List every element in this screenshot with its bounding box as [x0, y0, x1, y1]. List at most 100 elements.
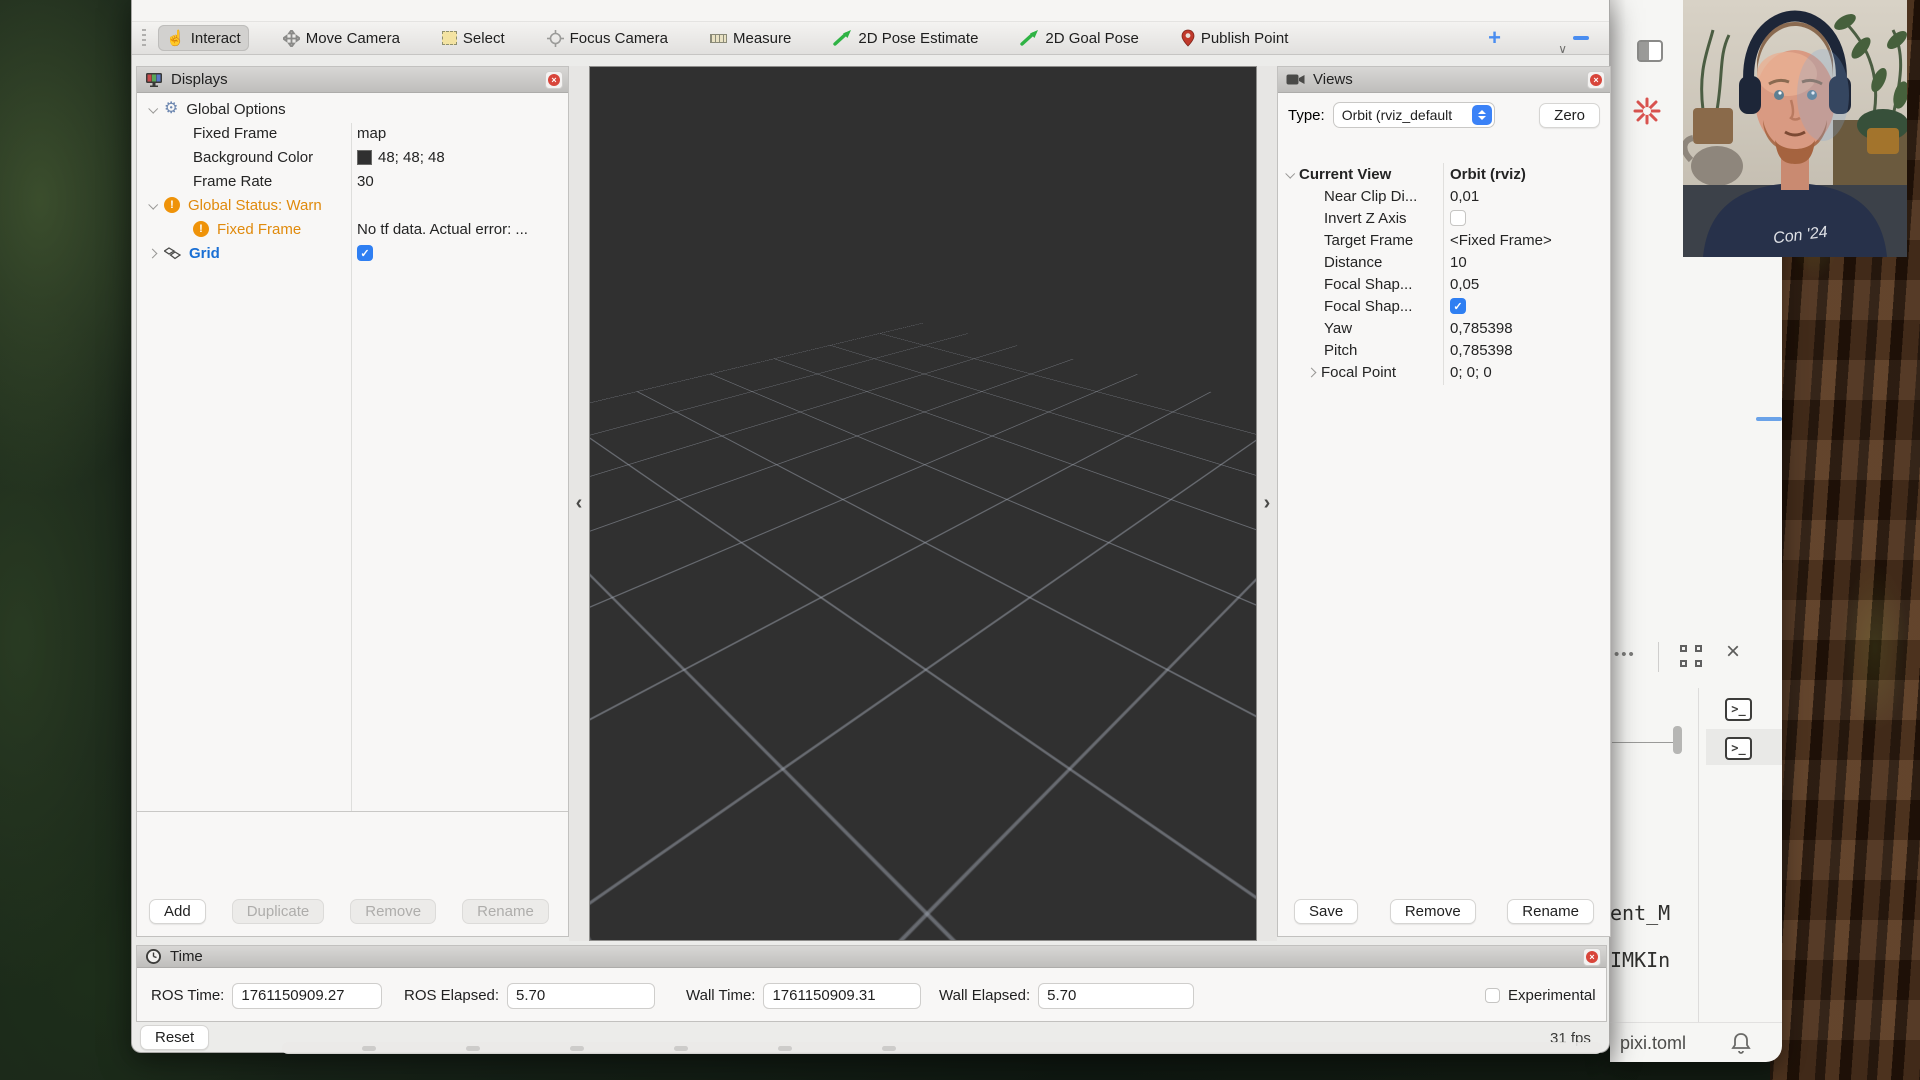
row-distance[interactable]: Distance 10 — [1278, 251, 1610, 273]
scrollbar-thumb[interactable] — [1673, 726, 1682, 754]
row-global-status[interactable]: ! Global Status: Warn — [137, 193, 568, 217]
chevron-down-icon[interactable] — [1285, 168, 1295, 178]
panel-title: Time — [170, 948, 203, 965]
wall-elapsed-field: Wall Elapsed: 5.70 — [939, 983, 1194, 1009]
chevron-right-icon[interactable] — [148, 248, 158, 258]
close-icon[interactable]: × — [1726, 640, 1740, 664]
wall-elapsed-input[interactable]: 5.70 — [1038, 983, 1194, 1009]
collapse-left-arrow-icon[interactable]: ‹ — [576, 492, 583, 515]
row-grid[interactable]: Grid ✓ — [137, 241, 568, 265]
row-current-view[interactable]: Current View Orbit (rviz) — [1278, 163, 1610, 185]
property-value[interactable]: <Fixed Frame> — [1450, 232, 1552, 249]
panel-splitter-right[interactable]: › — [1257, 66, 1277, 941]
more-actions-icon[interactable]: ••• — [1614, 646, 1636, 663]
tool-focus-camera[interactable]: Focus Camera — [539, 26, 676, 51]
tool-2d-goal-pose[interactable]: 2D Goal Pose — [1012, 26, 1146, 51]
row-background-color[interactable]: Background Color 48; 48; 48 — [137, 145, 568, 169]
row-global-options[interactable]: ⚙ Global Options — [137, 97, 568, 121]
tool-select[interactable]: Select — [434, 26, 513, 51]
focal-shape-checkbox[interactable]: ✓ — [1450, 298, 1466, 314]
grid-enabled-checkbox[interactable]: ✓ — [357, 245, 373, 261]
property-value[interactable]: ✓ — [1450, 298, 1466, 314]
row-frame-rate[interactable]: Frame Rate 30 — [137, 169, 568, 193]
tool-interact[interactable]: ☝ Interact — [158, 25, 249, 51]
row-fixed-frame-warning[interactable]: ! Fixed Frame No tf data. Actual error: … — [137, 217, 568, 241]
property-name: Focal Point — [1321, 364, 1396, 381]
add-display-button[interactable]: Add — [149, 899, 206, 924]
property-value[interactable]: 48; 48; 48 — [357, 149, 445, 166]
property-value[interactable]: 0,05 — [1450, 276, 1479, 293]
statusbar-filename[interactable]: pixi.toml — [1620, 1033, 1686, 1054]
tool-2d-pose-estimate[interactable]: 2D Pose Estimate — [825, 26, 986, 51]
row-yaw[interactable]: Yaw 0,785398 — [1278, 317, 1610, 339]
panel-splitter-left[interactable]: ‹ — [569, 66, 589, 941]
close-time-button[interactable]: × — [1583, 948, 1601, 966]
property-value[interactable]: 10 — [1450, 254, 1467, 271]
duplicate-display-button[interactable]: Duplicate — [232, 899, 325, 924]
property-value[interactable]: ✓ — [357, 245, 373, 261]
view-type-value: Orbit (rviz_default — [1342, 107, 1452, 123]
ros-time-input[interactable]: 1761150909.27 — [232, 983, 382, 1009]
3d-viewport[interactable] — [589, 66, 1257, 941]
property-value[interactable]: map — [357, 125, 386, 142]
row-fixed-frame[interactable]: Fixed Frame map — [137, 121, 568, 145]
chevron-right-icon[interactable] — [1307, 367, 1317, 377]
property-value[interactable]: 0; 0; 0 — [1450, 364, 1492, 381]
row-near-clip[interactable]: Near Clip Di... 0,01 — [1278, 185, 1610, 207]
ros-elapsed-field: ROS Elapsed: 5.70 — [404, 983, 655, 1009]
property-name: Pitch — [1324, 342, 1357, 359]
remove-tool-icon[interactable] — [1573, 36, 1589, 40]
bell-icon[interactable] — [1730, 1031, 1752, 1055]
rename-display-button[interactable]: Rename — [462, 899, 549, 924]
dropdown-stepper-icon[interactable] — [1472, 105, 1492, 125]
close-displays-button[interactable]: × — [545, 71, 563, 89]
close-views-button[interactable]: × — [1587, 71, 1605, 89]
tool-move-camera[interactable]: Move Camera — [275, 26, 408, 51]
add-tool-icon[interactable]: + — [1488, 25, 1501, 51]
zero-button[interactable]: Zero — [1539, 103, 1600, 128]
tool-measure[interactable]: Measure — [702, 26, 799, 51]
row-focal-shape-size[interactable]: Focal Shap... 0,05 — [1278, 273, 1610, 295]
property-value[interactable]: 0,01 — [1450, 188, 1479, 205]
tool-publish-point[interactable]: Publish Point — [1173, 25, 1297, 51]
view-type-dropdown[interactable]: Orbit (rviz_default — [1333, 102, 1495, 128]
row-focal-point[interactable]: Focal Point 0; 0; 0 — [1278, 361, 1610, 383]
terminal-icon[interactable]: >_ — [1725, 698, 1752, 721]
ros-elapsed-input[interactable]: 5.70 — [507, 983, 655, 1009]
row-target-frame[interactable]: Target Frame <Fixed Frame> — [1278, 229, 1610, 251]
tree-separator[interactable] — [137, 811, 568, 812]
property-name: Global Status: Warn — [188, 197, 322, 214]
save-view-button[interactable]: Save — [1294, 899, 1358, 924]
property-value[interactable]: 0,785398 — [1450, 320, 1513, 337]
displays-panel-header[interactable]: Displays × — [137, 67, 568, 93]
remove-display-button[interactable]: Remove — [350, 899, 436, 924]
reset-button[interactable]: Reset — [140, 1025, 209, 1050]
property-value: No tf data. Actual error: ... — [357, 221, 528, 238]
ground-grid — [589, 66, 1257, 542]
chevron-down-icon[interactable] — [148, 103, 158, 113]
yellow-dashed-box-icon — [442, 31, 457, 45]
remove-view-button[interactable]: Remove — [1390, 899, 1476, 924]
dock-icon — [674, 1046, 688, 1051]
row-focal-shape-fixed[interactable]: Focal Shap... ✓ — [1278, 295, 1610, 317]
webcam-video: Con '24 — [1683, 0, 1907, 257]
collapse-right-arrow-icon[interactable]: › — [1264, 492, 1271, 515]
terminal-icon[interactable]: >_ — [1725, 737, 1752, 760]
toolbar-overflow-chevron-icon[interactable]: ∨ — [1558, 42, 1567, 56]
row-pitch[interactable]: Pitch 0,785398 — [1278, 339, 1610, 361]
experimental-checkbox[interactable] — [1485, 988, 1500, 1003]
views-panel-header[interactable]: Views × — [1278, 67, 1610, 93]
toolbar-drag-handle[interactable] — [142, 29, 146, 47]
property-value[interactable]: 0,785398 — [1450, 342, 1513, 359]
rename-view-button[interactable]: Rename — [1507, 899, 1594, 924]
experimental-option[interactable]: Experimental — [1485, 987, 1596, 1004]
time-panel-header[interactable]: Time × — [137, 946, 1606, 968]
sidebar-toggle-icon[interactable] — [1637, 40, 1663, 62]
row-invert-z[interactable]: Invert Z Axis — [1278, 207, 1610, 229]
wall-time-input[interactable]: 1761150909.31 — [763, 983, 921, 1009]
maximize-icon[interactable] — [1680, 645, 1702, 667]
property-value[interactable]: 30 — [357, 173, 374, 190]
chevron-down-icon[interactable] — [148, 199, 158, 209]
invert-z-checkbox[interactable] — [1450, 210, 1466, 226]
property-value[interactable] — [1450, 210, 1466, 226]
